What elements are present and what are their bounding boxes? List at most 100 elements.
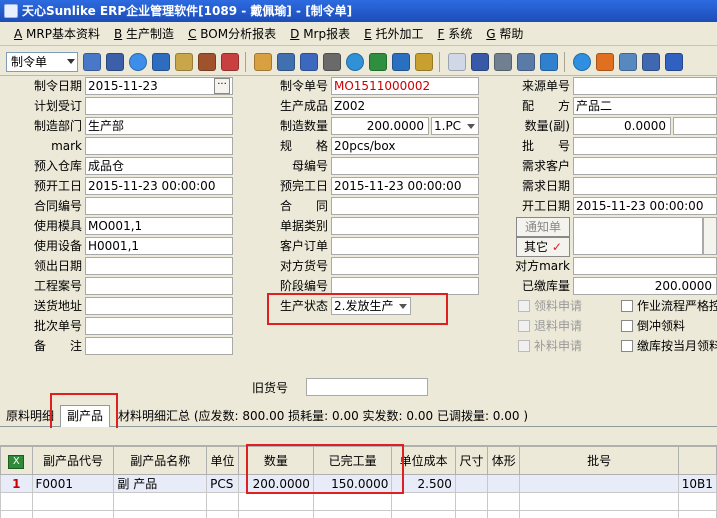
mark-field[interactable] <box>85 137 233 155</box>
cell-unit[interactable]: PCS <box>206 474 239 493</box>
cell-code[interactable]: F0001 <box>31 474 115 493</box>
menu-bom-report[interactable]: C BOM分析报表 <box>188 25 276 42</box>
dollar-icon[interactable] <box>369 52 387 71</box>
cell-name[interactable]: 副 产品 <box>113 474 208 493</box>
tab-materials[interactable]: 原料明细 <box>4 407 56 427</box>
doc-cat-field[interactable] <box>331 217 479 235</box>
briefcase-icon[interactable] <box>198 52 216 71</box>
col-byproduct-name[interactable]: 副产品名称 <box>113 446 208 475</box>
cell-extra[interactable]: 10B1 <box>677 474 717 493</box>
col-size[interactable]: 尺寸 <box>454 446 489 475</box>
old-part-field[interactable] <box>306 378 428 396</box>
date-picker-button[interactable]: ··· <box>214 78 230 94</box>
col-extra[interactable] <box>677 446 717 475</box>
cell-size[interactable] <box>454 474 489 493</box>
table-icon[interactable] <box>540 52 558 71</box>
tab-material-summary[interactable]: 材料明细汇总 (应发数: 800.00 损耗量: 0.00 实发数: 0.00 … <box>116 407 530 427</box>
lock-icon[interactable] <box>175 52 193 71</box>
envelope-icon[interactable] <box>300 52 318 71</box>
ret-apply-checkbox[interactable]: 退料申请 <box>518 317 582 335</box>
col-shape[interactable]: 体形 <box>487 446 521 475</box>
plan-start-field[interactable]: 2015-11-23 00:00:00 <box>85 177 233 195</box>
plan-end-field[interactable]: 2015-11-23 00:00:00 <box>331 177 479 195</box>
make-date-field[interactable]: 2015-11-23 <box>85 77 233 95</box>
spec-field[interactable]: 20pcs/box <box>331 137 479 155</box>
other-mark-field[interactable] <box>573 257 717 275</box>
upload-icon[interactable] <box>392 52 410 71</box>
product-field[interactable]: Z002 <box>331 97 479 115</box>
users-icon[interactable] <box>254 52 272 71</box>
search-icon[interactable] <box>619 52 637 71</box>
mat-apply-checkbox[interactable]: 领料申请 <box>518 297 582 315</box>
paid-qty-field[interactable]: 200.0000 <box>573 277 717 295</box>
cust-order-field[interactable] <box>331 237 479 255</box>
cust-part-field[interactable] <box>331 257 479 275</box>
document-icon[interactable] <box>471 52 489 71</box>
qty-sub-field[interactable]: 0.0000 <box>573 117 671 135</box>
doc-type-select[interactable]: 制令单 <box>6 51 78 72</box>
col-byproduct-code[interactable]: 副产品代号 <box>31 446 115 475</box>
issue-date-field[interactable] <box>85 257 233 275</box>
qty-field[interactable]: 200.0000 <box>331 117 429 135</box>
sup-apply-checkbox[interactable]: 补料申请 <box>518 337 582 355</box>
home-icon[interactable] <box>221 52 239 71</box>
order-no-field[interactable]: MO1511000002 <box>331 77 479 95</box>
tree-icon[interactable] <box>642 52 660 71</box>
excel-icon[interactable]: X <box>0 446 33 475</box>
contract-field[interactable] <box>331 197 479 215</box>
other-button[interactable]: 其它 ✓ <box>516 237 570 257</box>
copy-icon[interactable] <box>448 52 466 71</box>
equipment-field[interactable]: H0001,1 <box>85 237 233 255</box>
col-unit[interactable]: 单位 <box>206 446 239 475</box>
source-no-field[interactable] <box>573 77 717 95</box>
table-row[interactable] <box>0 492 717 511</box>
cell-shape[interactable] <box>487 474 521 493</box>
calculator-icon[interactable] <box>517 52 535 71</box>
chevron-down-icon[interactable] <box>467 124 475 129</box>
remark-field[interactable] <box>85 337 233 355</box>
menu-system[interactable]: F 系统 <box>438 25 473 42</box>
table-row[interactable] <box>0 510 717 518</box>
confirm-icon[interactable] <box>573 52 591 71</box>
chevron-down-icon[interactable] <box>67 58 75 64</box>
need-date-field[interactable] <box>573 177 717 195</box>
contract-no-field[interactable] <box>85 197 233 215</box>
browse-icon[interactable] <box>129 52 147 71</box>
menu-mrp-report[interactable]: D Mrp报表 <box>290 25 350 42</box>
notes-scrollbar[interactable] <box>703 217 717 255</box>
cell-batch[interactable] <box>519 474 679 493</box>
menu-outsourcing[interactable]: E 托外加工 <box>364 25 423 42</box>
plan-order-field[interactable] <box>85 97 233 115</box>
bell-icon[interactable] <box>596 52 614 71</box>
config-field[interactable]: 产品二 <box>573 97 717 115</box>
printer-icon[interactable] <box>494 52 512 71</box>
col-batch[interactable]: 批号 <box>519 446 679 475</box>
parent-no-field[interactable] <box>331 157 479 175</box>
unit-select[interactable]: 1.PC <box>431 117 479 135</box>
grid-icon[interactable] <box>665 52 683 71</box>
unit-sub-field[interactable] <box>673 117 717 135</box>
mold-field[interactable]: MO001,1 <box>85 217 233 235</box>
key-icon[interactable] <box>323 52 341 71</box>
dept-field[interactable]: 生产部 <box>85 117 233 135</box>
menu-production[interactable]: B 生产制造 <box>114 25 174 42</box>
need-cust-field[interactable] <box>573 157 717 175</box>
flow-strict-checkbox[interactable]: 作业流程严格控 <box>621 297 717 315</box>
notify-button[interactable]: 通知单 <box>516 217 570 237</box>
address-field[interactable] <box>85 297 233 315</box>
menu-mrp-basic[interactable]: A MRP基本资料 <box>14 25 100 42</box>
warehouse-field[interactable]: 成品仓 <box>85 157 233 175</box>
menu-help[interactable]: G 帮助 <box>486 25 523 42</box>
save-icon[interactable] <box>106 52 124 71</box>
backflush-checkbox[interactable]: 倒冲领料 <box>621 317 685 335</box>
phone-icon[interactable] <box>152 52 170 71</box>
help-icon[interactable] <box>346 52 364 71</box>
start-date-field[interactable]: 2015-11-23 00:00:00 <box>573 197 717 215</box>
money-icon[interactable] <box>415 52 433 71</box>
new-icon[interactable] <box>83 52 101 71</box>
project-field[interactable] <box>85 277 233 295</box>
notes-area[interactable] <box>573 217 703 255</box>
batch-field[interactable] <box>85 317 233 335</box>
stock-month-checkbox[interactable]: 缴库按当月领料 <box>621 337 717 355</box>
list-icon[interactable] <box>277 52 295 71</box>
